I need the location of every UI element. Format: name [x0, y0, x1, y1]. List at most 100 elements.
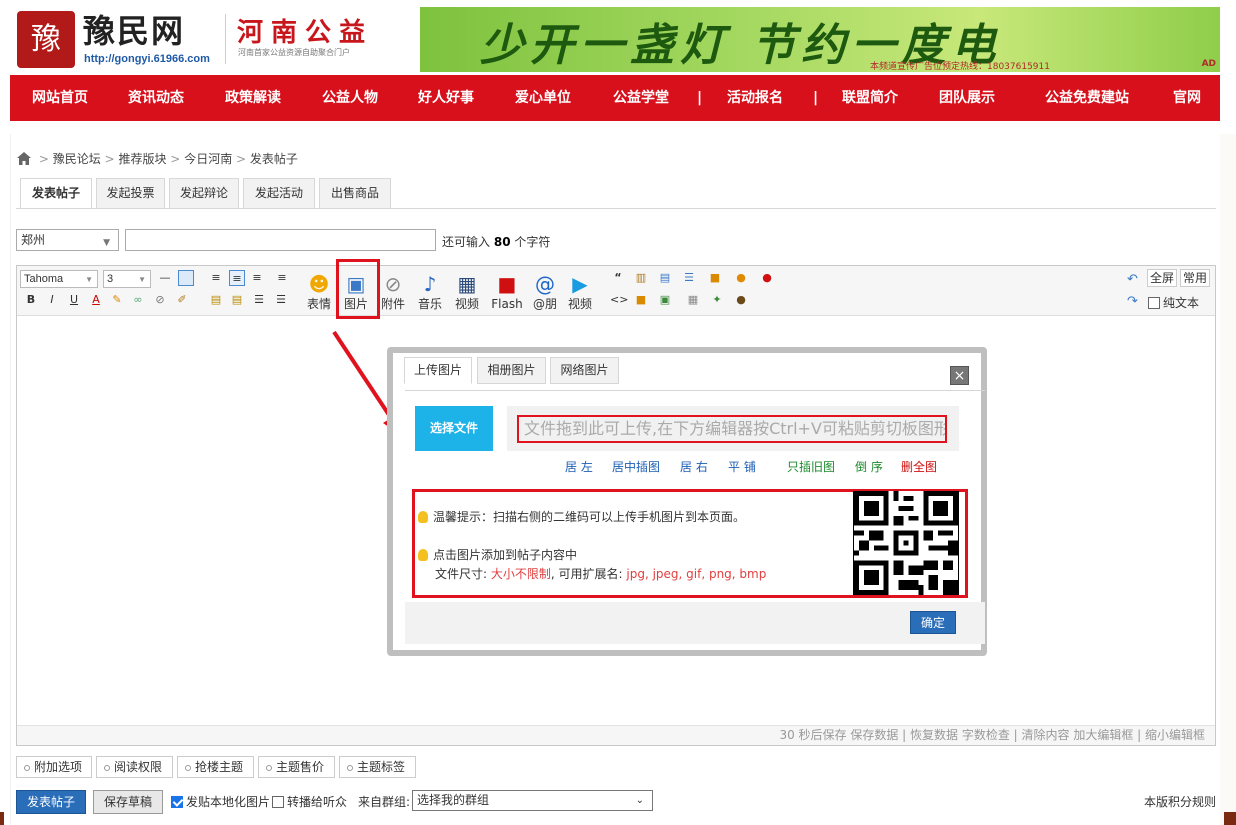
- underline-icon[interactable]: U: [66, 292, 82, 308]
- redo-icon[interactable]: ↷: [1127, 294, 1138, 309]
- font-family-select[interactable]: Tahoma ▼: [20, 270, 98, 288]
- nav-item[interactable]: 政策解读: [225, 75, 281, 121]
- subject-input[interactable]: [125, 229, 436, 251]
- site-logo-name[interactable]: 豫民网: [83, 6, 185, 52]
- site-logo-url[interactable]: http://gongyi.61966.com: [84, 53, 210, 65]
- align-center-option[interactable]: 居中插图: [612, 458, 660, 475]
- tab-new-debate[interactable]: 发起辩论: [169, 178, 239, 209]
- close-icon[interactable]: ×: [950, 366, 969, 385]
- italic-icon[interactable]: I: [44, 292, 60, 308]
- mention-button[interactable]: @ @朋: [529, 271, 561, 313]
- align-left-option[interactable]: 居 左: [565, 458, 593, 475]
- horizontal-rule-icon[interactable]: —: [157, 270, 173, 286]
- local-images-checkbox[interactable]: [171, 796, 183, 808]
- drop-zone[interactable]: 文件拖到此可上传,在下方编辑器按Ctrl+V可粘贴剪切板图形: [507, 406, 959, 451]
- home-icon[interactable]: [17, 152, 31, 165]
- breadcrumb-item[interactable]: 豫民论坛: [53, 152, 101, 166]
- extra-option-floor[interactable]: 抢楼主题: [177, 756, 254, 778]
- align-right-icon[interactable]: ≡: [249, 270, 265, 286]
- video-play-button[interactable]: ▶ 视频: [564, 271, 596, 313]
- tab-sell-goods[interactable]: 出售商品: [319, 178, 391, 209]
- highlight-icon[interactable]: ✎: [109, 292, 125, 308]
- extra-option-tags[interactable]: 主题标签: [339, 756, 416, 778]
- extra-option-attach[interactable]: 附加选项: [16, 756, 92, 778]
- city-select[interactable]: 郑州 ▼: [16, 229, 119, 251]
- dialog-tab-upload[interactable]: 上传图片: [404, 357, 472, 384]
- insert-old-only-option[interactable]: 只插旧图: [787, 458, 835, 475]
- nav-item[interactable]: 官网: [1173, 75, 1201, 121]
- code-icon[interactable]: <>: [610, 292, 628, 308]
- bing-icon[interactable]: ●: [733, 270, 749, 286]
- globe-icon[interactable]: ●: [733, 292, 749, 308]
- font-color-icon[interactable]: A: [88, 292, 104, 308]
- emoji-button[interactable]: ☻ 表情: [303, 271, 335, 313]
- save-draft-button[interactable]: 保存草稿: [93, 790, 163, 814]
- tab-new-post[interactable]: 发表帖子: [20, 178, 92, 209]
- channel-name[interactable]: 河南公益: [237, 12, 373, 49]
- align-left-icon[interactable]: ≡: [208, 270, 224, 286]
- lock-icon[interactable]: ■: [633, 292, 649, 308]
- justify-icon[interactable]: ≡: [274, 270, 290, 286]
- ad-banner[interactable]: 少开一盏灯 节约一度电 本频道宣传广告位预定热线：18037615911 AD: [420, 7, 1220, 72]
- local-images-toggle[interactable]: 发贴本地化图片: [171, 793, 270, 810]
- tab-new-poll[interactable]: 发起投票: [96, 178, 165, 209]
- undo-icon[interactable]: ↶: [1127, 272, 1138, 287]
- nav-item[interactable]: 资讯动态: [128, 75, 184, 121]
- post-button[interactable]: 发表帖子: [16, 790, 86, 814]
- plain-text-toggle[interactable]: 纯文本: [1148, 294, 1199, 311]
- font-size-select[interactable]: 3 ▼: [103, 270, 151, 288]
- flash-button[interactable]: ■ Flash: [488, 271, 526, 313]
- plain-text-checkbox[interactable]: [1148, 297, 1160, 309]
- ordered-list-icon[interactable]: ☰: [251, 292, 267, 308]
- forward-checkbox[interactable]: [272, 796, 284, 808]
- dialog-tab-album[interactable]: 相册图片: [477, 357, 546, 384]
- unordered-list-icon[interactable]: ☰: [273, 292, 289, 308]
- table-icon[interactable]: [178, 270, 194, 286]
- nav-item[interactable]: 活动报名: [727, 75, 783, 121]
- nav-item[interactable]: 公益免费建站: [1045, 75, 1129, 121]
- nav-item[interactable]: 团队展示: [939, 75, 995, 121]
- nav-item[interactable]: 公益人物: [322, 75, 378, 121]
- reverse-order-option[interactable]: 倒 序: [855, 458, 883, 475]
- password-icon[interactable]: ▣: [657, 292, 673, 308]
- credit-rules-link[interactable]: 本版积分规则: [1144, 793, 1216, 810]
- dialog-tab-web[interactable]: 网络图片: [550, 357, 619, 384]
- extra-option-read-permission[interactable]: 阅读权限: [96, 756, 173, 778]
- clear-format-icon[interactable]: ✐: [174, 292, 190, 308]
- hide-content-icon[interactable]: ■: [707, 270, 723, 286]
- page-break-icon[interactable]: ☰: [681, 270, 697, 286]
- tile-option[interactable]: 平 铺: [728, 458, 756, 475]
- qq-icon[interactable]: ●: [759, 270, 775, 286]
- attachment-button[interactable]: ⊘ 附件: [377, 271, 409, 313]
- bold-icon[interactable]: B: [23, 292, 39, 308]
- nav-item[interactable]: 爱心单位: [515, 75, 571, 121]
- link-icon[interactable]: ∞: [130, 292, 146, 308]
- common-button[interactable]: 常用: [1180, 269, 1210, 287]
- float-left-icon[interactable]: ▤: [208, 292, 224, 308]
- editor-status-bar[interactable]: 30 秒后保存 保存数据 | 恢复数据 字数检查 | 清除内容 加大编辑框 | …: [17, 725, 1215, 745]
- index-icon[interactable]: ▤: [657, 270, 673, 286]
- breadcrumb-item[interactable]: 推荐版块: [118, 152, 166, 166]
- group-select[interactable]: 选择我的群组 ⌄: [412, 790, 653, 811]
- magic-icon[interactable]: ✦: [709, 292, 725, 308]
- free-content-icon[interactable]: ▥: [633, 270, 649, 286]
- nav-item[interactable]: 网站首页: [32, 75, 88, 121]
- forward-toggle[interactable]: 转播给听众: [272, 793, 347, 810]
- tab-new-activity[interactable]: 发起活动: [243, 178, 315, 209]
- extra-option-price[interactable]: 主题售价: [258, 756, 335, 778]
- nav-item[interactable]: 公益学堂: [613, 75, 669, 121]
- unlink-icon[interactable]: ⊘: [152, 292, 168, 308]
- delete-all-option[interactable]: 删全图: [901, 458, 937, 475]
- nav-item[interactable]: 好人好事: [418, 75, 474, 121]
- nav-item[interactable]: 联盟简介: [842, 75, 898, 121]
- confirm-button[interactable]: 确定: [910, 611, 956, 634]
- quote-icon[interactable]: “: [610, 270, 626, 286]
- float-right-icon[interactable]: ▤: [229, 292, 245, 308]
- logo-seal[interactable]: 豫民: [17, 11, 75, 114]
- fullscreen-button[interactable]: 全屏: [1147, 269, 1177, 287]
- choose-file-button[interactable]: 选择文件: [415, 406, 493, 451]
- grid-icon[interactable]: ▦: [685, 292, 701, 308]
- breadcrumb-item[interactable]: 今日河南: [184, 152, 232, 166]
- video-button[interactable]: ▦ 视频: [451, 271, 483, 313]
- align-right-option[interactable]: 居 右: [680, 458, 708, 475]
